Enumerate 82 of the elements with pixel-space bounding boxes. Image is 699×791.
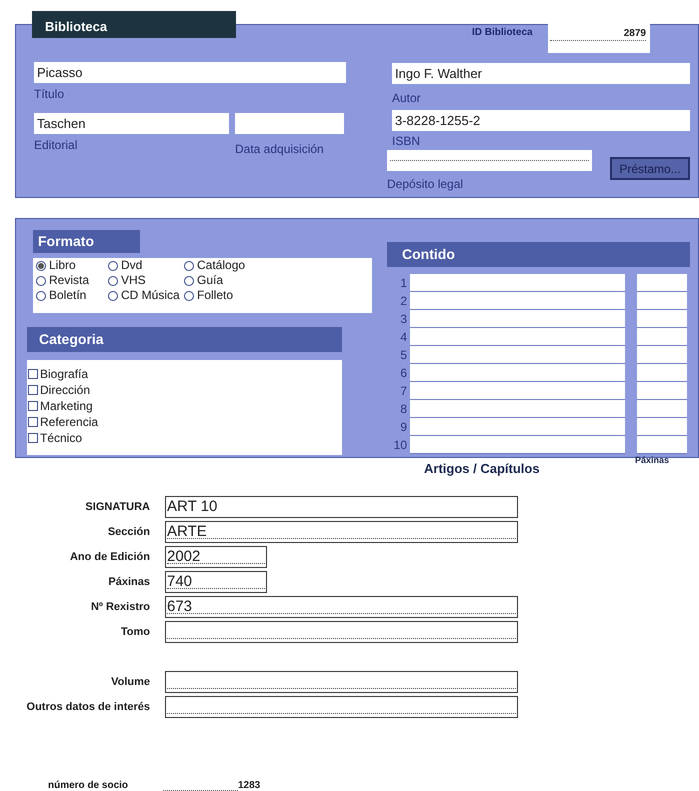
checkbox-option[interactable]: Referencia [28, 414, 342, 430]
table-cell[interactable] [410, 364, 625, 382]
column-label: Páxinas [635, 454, 670, 467]
row-number: 4 [399, 329, 408, 346]
field-label: Outros datos de interés [26, 700, 150, 715]
member-number-field: 1283 [163, 778, 273, 791]
section-header: Categoria [27, 327, 342, 352]
table-cell[interactable] [637, 346, 687, 364]
input-field[interactable] [165, 671, 518, 693]
checkbox-option[interactable]: Dirección [28, 382, 342, 398]
field-label: Páxinas [107, 574, 150, 590]
input-field[interactable]: 3-8228-1255-2 [392, 110, 690, 131]
input-field[interactable]: ART 10 [165, 496, 518, 518]
input-field[interactable]: 2002 [165, 546, 267, 568]
field-label: Tomo [120, 624, 150, 640]
table-cell[interactable] [637, 400, 687, 418]
radio-option[interactable]: Boletín [36, 288, 108, 303]
field-label: ID Biblioteca [472, 26, 533, 40]
table-cell[interactable] [637, 436, 687, 454]
radio-option[interactable]: CD Música [108, 288, 184, 303]
field-label: Data adquisición [235, 141, 324, 158]
row-number: 2 [399, 293, 408, 310]
table-cell[interactable] [637, 364, 687, 382]
table-cell[interactable] [410, 328, 625, 346]
input-field[interactable]: 673 [165, 596, 518, 618]
radio-option[interactable]: Libro [36, 258, 108, 273]
field-label: Editorial [34, 137, 78, 154]
radio-option[interactable]: Folleto [184, 288, 304, 303]
field-label: SIGNATURA [84, 500, 150, 515]
section-header: Formato [33, 230, 140, 253]
table-cell[interactable] [637, 274, 687, 292]
field-label: Volume [110, 674, 150, 690]
field-label: Autor [392, 90, 421, 107]
table-cell[interactable] [637, 292, 687, 310]
panel-tab[interactable]: Biblioteca [32, 11, 236, 38]
row-number: 9 [399, 419, 408, 436]
table-cell[interactable] [410, 346, 625, 364]
row-number: 5 [399, 347, 408, 364]
table-cell[interactable] [410, 292, 625, 310]
table-cell[interactable] [410, 400, 625, 418]
field-label: ISBN [392, 133, 420, 150]
table-cell[interactable] [410, 436, 625, 454]
row-number: 7 [399, 383, 408, 400]
radio-option[interactable]: Catálogo [184, 258, 304, 273]
table-cell[interactable] [637, 310, 687, 328]
input-field[interactable] [165, 621, 518, 643]
input-field[interactable] [235, 113, 344, 134]
field-label: número de socio [48, 779, 130, 791]
table-cell[interactable] [410, 418, 625, 436]
field-label: Título [34, 86, 64, 103]
row-number: 3 [399, 311, 408, 328]
table-cell[interactable] [410, 310, 625, 328]
column-label: Artigos / Capítulos [424, 460, 540, 478]
table-cell[interactable] [410, 274, 625, 292]
input-field[interactable]: Picasso [34, 62, 346, 83]
input-field[interactable]: ARTE [165, 521, 518, 543]
row-number: 6 [399, 365, 408, 382]
input-field[interactable]: Taschen [34, 113, 229, 134]
row-number: 1 [399, 275, 408, 292]
input-field[interactable]: Ingo F. Walther [392, 63, 690, 84]
table-cell[interactable] [637, 328, 687, 346]
field-label: Nº Rexistro [90, 600, 150, 615]
table-cell[interactable] [637, 418, 687, 436]
input-field[interactable] [387, 150, 592, 171]
table-cell[interactable] [410, 382, 625, 400]
row-number: 10 [392, 437, 408, 454]
radio-option[interactable]: Revista [36, 273, 108, 288]
field-label: Ano de Edición [68, 550, 150, 565]
field-label: Sección [106, 524, 150, 540]
input-field[interactable] [165, 696, 518, 718]
checkbox-option[interactable]: Biografía [28, 366, 342, 382]
id-field[interactable]: 2879 [548, 24, 650, 53]
input-field[interactable]: 740 [165, 571, 267, 593]
radio-option[interactable]: Guía [184, 273, 304, 288]
section-header: Contido [387, 242, 690, 267]
checkbox-option[interactable]: Técnico [28, 430, 342, 446]
row-number: 8 [399, 401, 408, 418]
table-cell[interactable] [637, 382, 687, 400]
checkbox-option[interactable]: Marketing [28, 398, 342, 414]
field-label: Depósito legal [387, 176, 464, 193]
radio-option[interactable]: VHS [108, 273, 184, 288]
radio-option[interactable]: Dvd [108, 258, 184, 273]
